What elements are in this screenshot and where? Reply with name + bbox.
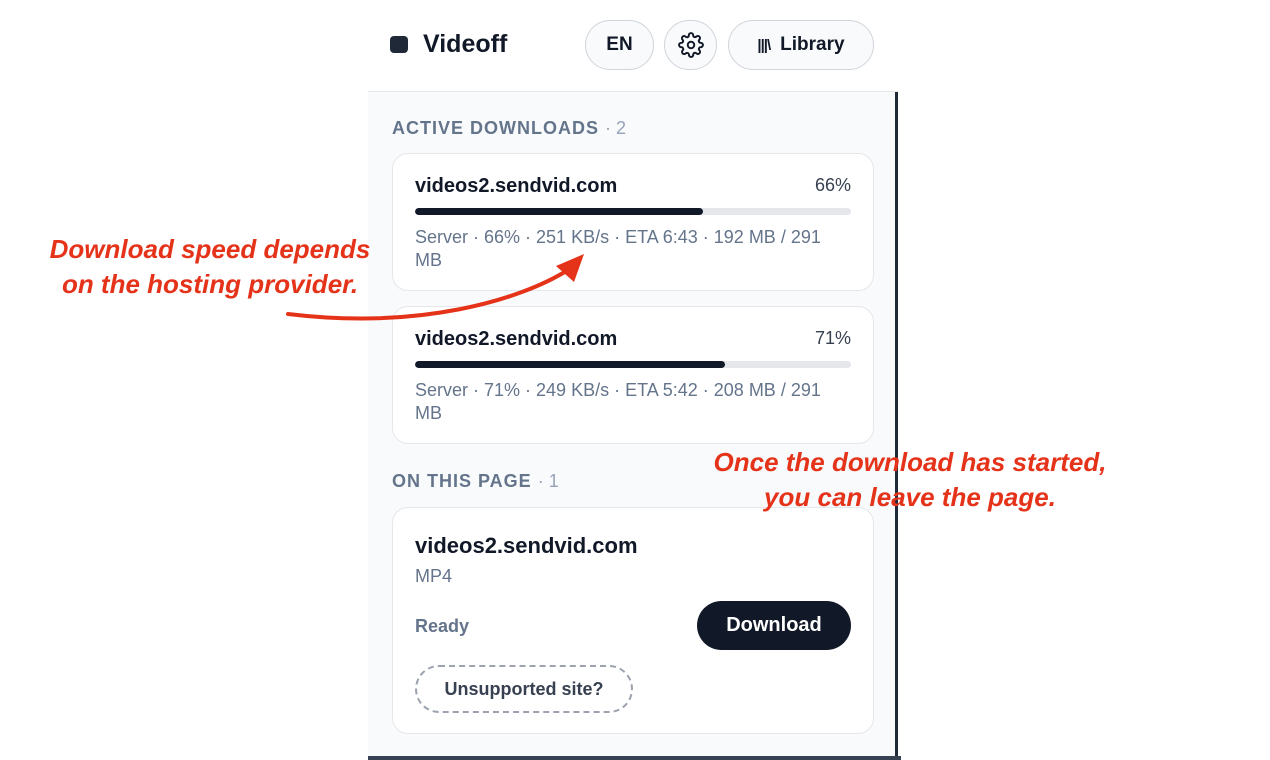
arrowhead-icon bbox=[556, 254, 584, 282]
right-annotation: Once the download has started, you can l… bbox=[690, 445, 1130, 515]
annotation-line: on the hosting provider. bbox=[61, 269, 359, 299]
annotation-line: you can leave the page. bbox=[764, 482, 1056, 512]
left-annotation: Download speed depends on the hosting pr… bbox=[24, 232, 396, 302]
annotation-line: Once the download has started, bbox=[713, 447, 1107, 477]
annotation-line: Download speed depends bbox=[49, 234, 371, 264]
annotation-arrow bbox=[286, 254, 584, 321]
